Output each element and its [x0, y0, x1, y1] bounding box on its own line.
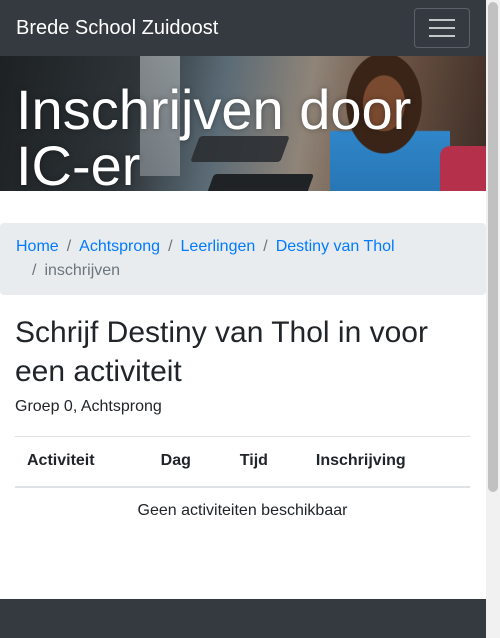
breadcrumb-leerlingen[interactable]: Leerlingen — [181, 238, 256, 255]
scrollbar-thumb[interactable] — [488, 2, 498, 492]
breadcrumb-separator: / — [263, 238, 268, 255]
toggler-bar — [429, 19, 455, 21]
empty-message: Geen activiteiten beschikbaar — [137, 502, 348, 519]
column-header-inschrijving: Inschrijving — [303, 436, 470, 488]
vertical-scrollbar[interactable] — [486, 0, 500, 638]
navbar: Brede School Zuidoost — [0, 0, 486, 56]
hero-title: Inschrijven door IC-er — [16, 78, 412, 197]
breadcrumb-achtsprong[interactable]: Achtsprong — [79, 238, 160, 255]
activities-table: Activiteit Dag Tijd Inschrijving Geen ac… — [15, 436, 470, 535]
breadcrumb: Home / Achtsprong / Leerlingen / Destiny van T… — [0, 223, 486, 295]
breadcrumb-separator: / — [168, 238, 173, 255]
breadcrumb-row: Home / Achtsprong / Leerlingen / Destiny van T… — [16, 235, 470, 259]
table-row: Geen activiteiten beschikbaar — [15, 487, 470, 535]
page: Brede School Zuidoost Inschrijven door I… — [0, 0, 486, 638]
breadcrumb-home[interactable]: Home — [16, 238, 59, 255]
breadcrumb-separator: / — [32, 262, 37, 279]
breadcrumb-active: inschrijven — [44, 262, 121, 279]
footer — [0, 599, 486, 638]
toggler-bar — [429, 27, 455, 29]
page-subtitle: Groep 0, Achtsprong — [15, 398, 162, 415]
navbar-brand[interactable]: Brede School Zuidoost — [16, 17, 218, 40]
breadcrumb-student[interactable]: Destiny van Thol — [276, 238, 395, 255]
breadcrumb-row: / inschrijven — [16, 259, 470, 283]
column-header-tijd: Tijd — [227, 436, 304, 488]
toggler-bar — [429, 35, 455, 37]
column-header-dag: Dag — [148, 436, 228, 488]
column-header-activiteit: Activiteit — [15, 436, 149, 488]
breadcrumb-separator: / — [66, 238, 72, 255]
table-header-row: Activiteit Dag Tijd Inschrijving — [15, 436, 470, 488]
hamburger-menu-icon[interactable] — [414, 8, 470, 48]
page-title: Schrijf Destiny van Thol in voor een act… — [15, 316, 428, 388]
